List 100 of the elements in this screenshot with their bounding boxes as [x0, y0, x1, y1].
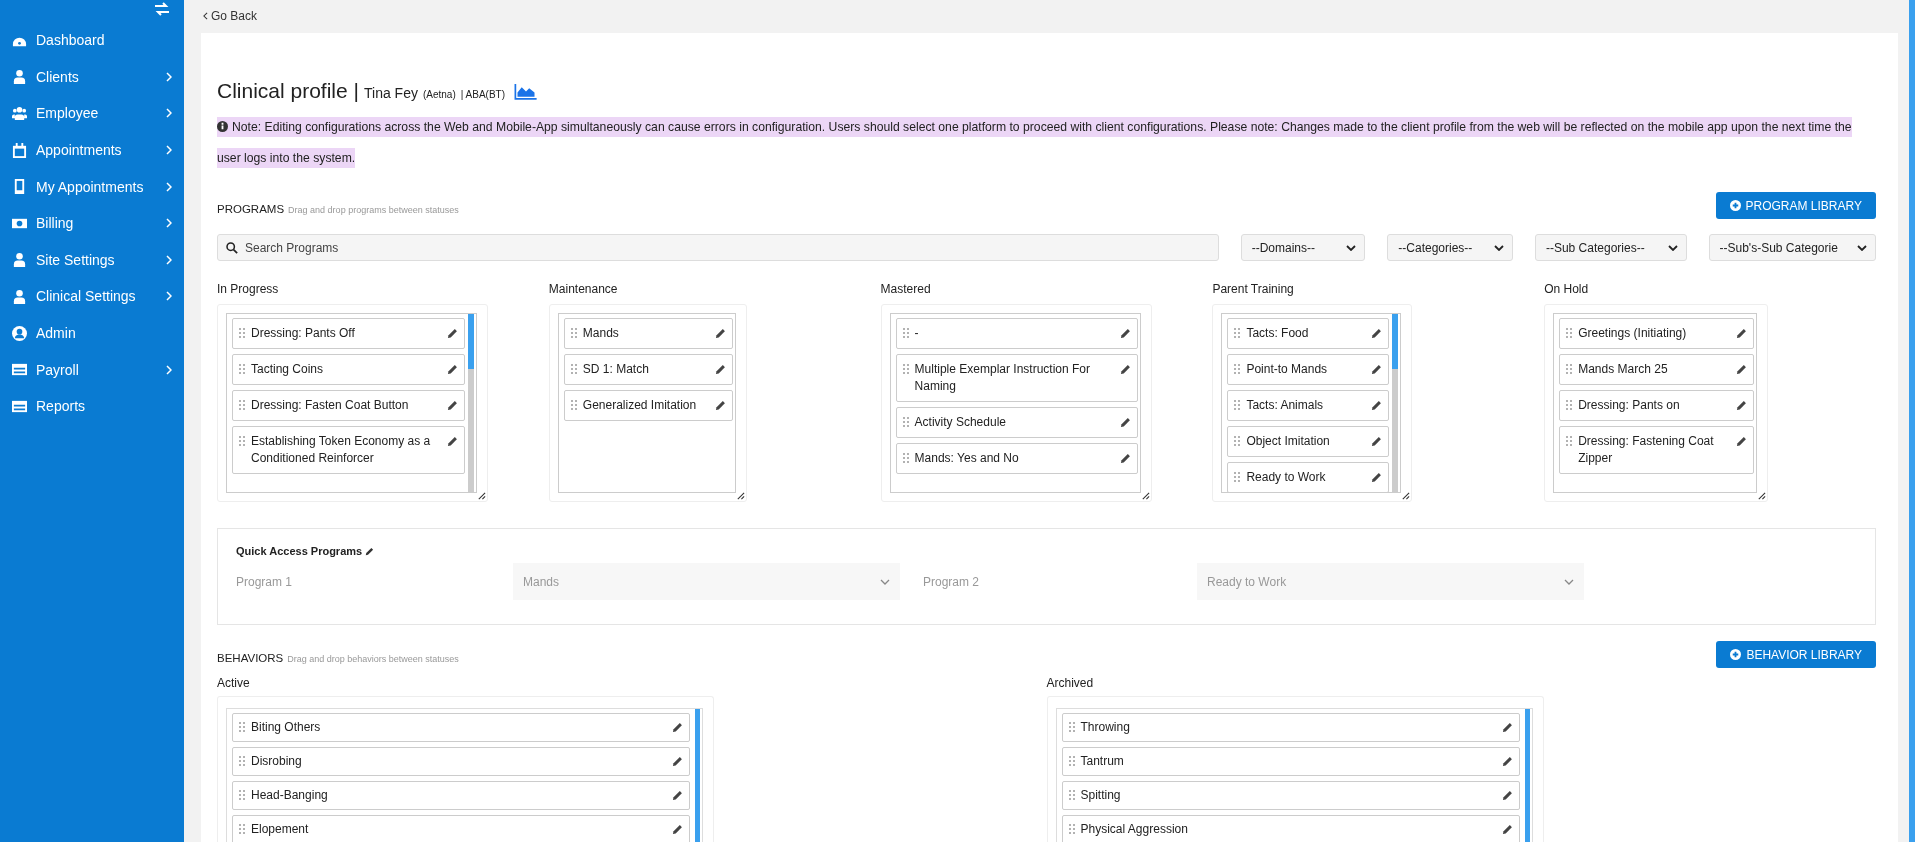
- pencil-icon[interactable]: [1119, 364, 1131, 375]
- search-field[interactable]: Search Programs: [217, 234, 1219, 261]
- behavior-library-button[interactable]: BEHAVIOR LIBRARY: [1716, 641, 1876, 668]
- drag-handle-icon[interactable]: [1566, 328, 1573, 338]
- program-item[interactable]: Mands: [563, 318, 733, 349]
- drag-handle-icon[interactable]: [1234, 364, 1241, 374]
- drag-handle-icon[interactable]: [239, 790, 245, 800]
- program-item[interactable]: Object Imitation: [1227, 426, 1390, 457]
- drag-handle-icon[interactable]: [902, 328, 909, 338]
- program-item[interactable]: Ready to Work: [1227, 462, 1390, 492]
- filter-dropdown[interactable]: --Sub Categories--: [1534, 234, 1687, 261]
- drag-handle-icon[interactable]: [902, 453, 909, 463]
- pencil-icon[interactable]: [1501, 790, 1513, 801]
- resize-grip-icon[interactable]: [1140, 491, 1150, 500]
- scrollbar[interactable]: [1524, 709, 1530, 842]
- drag-handle-icon[interactable]: [902, 417, 909, 427]
- behavior-item[interactable]: Head-Banging: [232, 781, 690, 810]
- drag-handle-icon[interactable]: [1566, 364, 1573, 374]
- resize-grip-icon[interactable]: [477, 491, 486, 500]
- program-item[interactable]: Greetings (Initiating): [1559, 318, 1755, 349]
- drag-handle-icon[interactable]: [239, 756, 245, 766]
- resize-grip-icon[interactable]: [1757, 491, 1767, 500]
- behavior-item[interactable]: Disrobing: [232, 747, 690, 776]
- pencil-icon[interactable]: [1736, 328, 1748, 339]
- pencil-icon[interactable]: [1119, 328, 1131, 339]
- sidebar-item[interactable]: Clinical Settings: [0, 278, 184, 315]
- resize-grip-icon[interactable]: [1401, 491, 1411, 500]
- pencil-icon[interactable]: [1371, 364, 1383, 375]
- drag-handle-icon[interactable]: [570, 400, 577, 410]
- swap-arrows-icon[interactable]: [154, 2, 170, 16]
- drag-handle-icon[interactable]: [239, 824, 245, 834]
- pencil-icon[interactable]: [447, 328, 458, 339]
- pencil-icon[interactable]: [1371, 400, 1383, 411]
- behavior-item[interactable]: Throwing: [1061, 713, 1520, 742]
- pencil-icon[interactable]: [1371, 472, 1383, 483]
- drag-handle-icon[interactable]: [570, 364, 577, 374]
- program-item[interactable]: Establishing Token Economy as a Conditioned Reinforcer: [232, 426, 465, 474]
- drag-handle-icon[interactable]: [1068, 824, 1075, 834]
- program-item[interactable]: Mands March 25: [1559, 354, 1755, 385]
- drag-handle-icon[interactable]: [239, 328, 245, 338]
- scrollbar[interactable]: [695, 709, 700, 842]
- drag-handle-icon[interactable]: [1234, 436, 1241, 446]
- program-library-button[interactable]: PROGRAM LIBRARY: [1715, 192, 1876, 219]
- pencil-icon[interactable]: [447, 364, 458, 375]
- pencil-icon[interactable]: [365, 546, 375, 556]
- behavior-item[interactable]: Elopement: [232, 815, 690, 842]
- pencil-icon[interactable]: [1371, 436, 1383, 447]
- drag-handle-icon[interactable]: [1566, 400, 1573, 410]
- go-back-link[interactable]: Go Back: [201, 0, 1898, 33]
- drag-handle-icon[interactable]: [1234, 472, 1241, 482]
- program-item[interactable]: Point-to Mands: [1227, 354, 1390, 385]
- program-item[interactable]: Multiple Exemplar Instruction For Naming: [895, 354, 1138, 402]
- pencil-icon[interactable]: [714, 364, 726, 375]
- drag-handle-icon[interactable]: [570, 328, 577, 338]
- behavior-item[interactable]: Tantrum: [1061, 747, 1520, 776]
- program-item[interactable]: Tacting Coins: [232, 354, 465, 385]
- sidebar-item[interactable]: Appointments: [0, 131, 184, 169]
- filter-dropdown[interactable]: --Sub's-Sub Categorie: [1708, 234, 1876, 261]
- behavior-item[interactable]: Physical Aggression: [1061, 815, 1520, 842]
- pencil-icon[interactable]: [1119, 453, 1131, 464]
- program-item[interactable]: Dressing: Fastening Coat Zipper: [1559, 426, 1755, 474]
- pencil-icon[interactable]: [672, 756, 683, 767]
- drag-handle-icon[interactable]: [239, 436, 245, 446]
- scrollbar[interactable]: [468, 314, 474, 492]
- sidebar-item[interactable]: Dashboard: [0, 22, 184, 59]
- drag-handle-icon[interactable]: [1234, 328, 1241, 338]
- pencil-icon[interactable]: [1736, 364, 1748, 375]
- pencil-icon[interactable]: [1501, 824, 1513, 835]
- pencil-icon[interactable]: [672, 722, 683, 733]
- sidebar-item[interactable]: Billing: [0, 204, 184, 242]
- program-item[interactable]: Generalized Imitation: [563, 390, 733, 421]
- pencil-icon[interactable]: [672, 790, 683, 801]
- drag-handle-icon[interactable]: [902, 364, 909, 374]
- program-item[interactable]: SD 1: Match: [563, 354, 733, 385]
- pencil-icon[interactable]: [1371, 328, 1383, 339]
- pencil-icon[interactable]: [1736, 400, 1748, 411]
- drag-handle-icon[interactable]: [1234, 400, 1241, 410]
- program-item[interactable]: Activity Schedule: [895, 407, 1138, 438]
- program-item[interactable]: Dressing: Pants Off: [232, 318, 465, 349]
- filter-dropdown[interactable]: --Domains--: [1240, 234, 1366, 261]
- drag-handle-icon[interactable]: [239, 722, 245, 732]
- pencil-icon[interactable]: [447, 400, 458, 411]
- pencil-icon[interactable]: [1501, 722, 1513, 733]
- pencil-icon[interactable]: [447, 436, 458, 447]
- resize-grip-icon[interactable]: [735, 491, 745, 500]
- scrollbar[interactable]: [1392, 314, 1399, 492]
- sidebar-item[interactable]: Admin: [0, 314, 184, 352]
- behavior-item[interactable]: Spitting: [1061, 781, 1520, 810]
- program-item[interactable]: Tacts: Food: [1227, 318, 1390, 349]
- pencil-icon[interactable]: [714, 328, 726, 339]
- behavior-item[interactable]: Biting Others: [232, 713, 690, 742]
- program-item[interactable]: -: [895, 318, 1138, 349]
- area-chart-icon[interactable]: [514, 82, 539, 100]
- drag-handle-icon[interactable]: [239, 400, 245, 410]
- sidebar-item[interactable]: Clients: [0, 58, 184, 96]
- filter-dropdown[interactable]: --Categories--: [1387, 234, 1513, 261]
- drag-handle-icon[interactable]: [1068, 756, 1075, 766]
- sidebar-item[interactable]: Payroll: [0, 351, 184, 388]
- drag-handle-icon[interactable]: [239, 364, 245, 374]
- program-item[interactable]: Mands: Yes and No: [895, 443, 1138, 474]
